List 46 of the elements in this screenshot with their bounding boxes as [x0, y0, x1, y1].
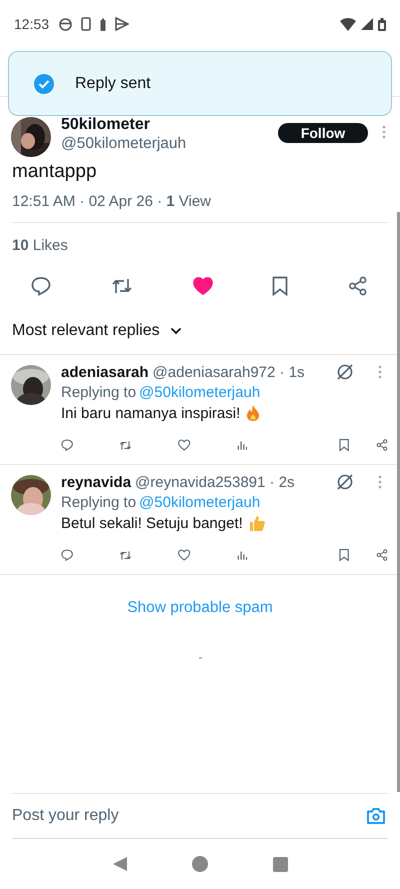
slashed-circle-icon[interactable] — [336, 473, 354, 491]
follow-button[interactable]: Follow — [278, 123, 368, 143]
display-name: 50kilometer — [61, 116, 151, 134]
user-handle: @reynavida253891 · 2s — [135, 474, 295, 490]
share-icon[interactable] — [348, 276, 368, 296]
recents-icon[interactable] — [272, 856, 288, 872]
user-name: adeniasarah — [61, 364, 149, 380]
reply-icon[interactable] — [31, 276, 51, 296]
thumbs-up-icon — [248, 514, 266, 532]
share-icon[interactable] — [376, 436, 388, 454]
likes-count[interactable]: 10 Likes — [0, 223, 80, 254]
replying-label: Replying to — [61, 494, 136, 511]
play-icon — [115, 17, 130, 31]
user-handle: @adeniasarah972 · 1s — [152, 364, 305, 380]
fire-icon — [245, 404, 262, 422]
battery-icon — [100, 18, 106, 30]
circle-icon — [59, 18, 72, 30]
phone-icon — [81, 17, 92, 31]
slashed-circle-icon[interactable] — [336, 363, 354, 381]
camera-icon[interactable] — [366, 807, 386, 825]
heart-icon[interactable] — [192, 277, 212, 295]
post-meta: 12:51 AM · 02 Apr 26 · 1 View — [11, 192, 212, 210]
reply-field[interactable]: Post your reply — [12, 807, 366, 825]
repost-icon[interactable] — [110, 276, 133, 296]
share-icon[interactable] — [376, 546, 388, 564]
signal-icon — [361, 18, 373, 30]
battery-icon — [378, 18, 386, 30]
user-name: reynavida — [61, 474, 132, 490]
reply-text: Ini baru namanya inspirasi! — [61, 404, 240, 422]
heart-icon[interactable] — [178, 547, 191, 563]
sort-dropdown[interactable]: Most relevant replies — [12, 322, 182, 340]
reply-text: Betul sekali! Setuju banget! — [61, 514, 243, 532]
toast-text: Reply sent — [75, 74, 151, 92]
heart-icon[interactable] — [178, 437, 191, 453]
bookmark-icon[interactable] — [339, 436, 350, 454]
check-icon — [33, 72, 55, 94]
bookmark-icon[interactable] — [272, 276, 288, 296]
status-time: 12:53 — [14, 16, 50, 32]
wifi-icon — [340, 18, 356, 30]
post-text: mantappp — [11, 160, 98, 183]
chevron-down-icon — [170, 327, 182, 335]
user-handle: @50kilometerjauh — [61, 134, 188, 154]
back-icon[interactable] — [112, 856, 128, 872]
replying-label: Replying to — [61, 384, 136, 401]
home-icon[interactable] — [192, 856, 208, 872]
bookmark-icon[interactable] — [339, 546, 350, 564]
